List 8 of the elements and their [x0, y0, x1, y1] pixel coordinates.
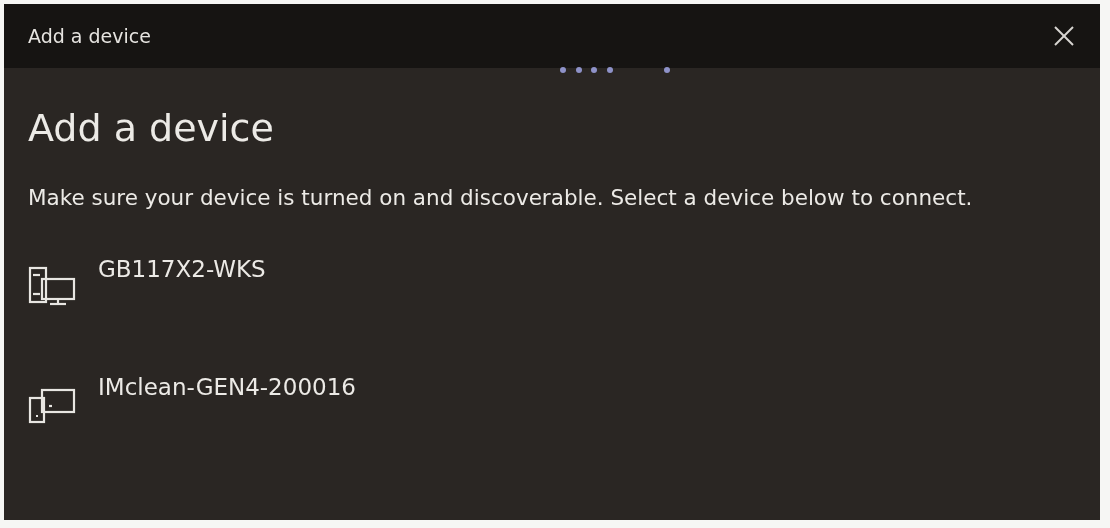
window-title: Add a device — [28, 25, 151, 47]
progress-dots-icon — [559, 66, 671, 74]
page-heading: Add a device — [28, 106, 275, 152]
close-icon[interactable] — [1052, 24, 1076, 48]
instructions-text: Make sure your device is turned on and discoverable. Select a device below to connect. — [28, 183, 974, 212]
device-name: IMclean-GEN4-200016 — [98, 372, 356, 400]
computer-icon — [28, 265, 78, 306]
device-name: GB117X2-WKS — [98, 254, 266, 282]
